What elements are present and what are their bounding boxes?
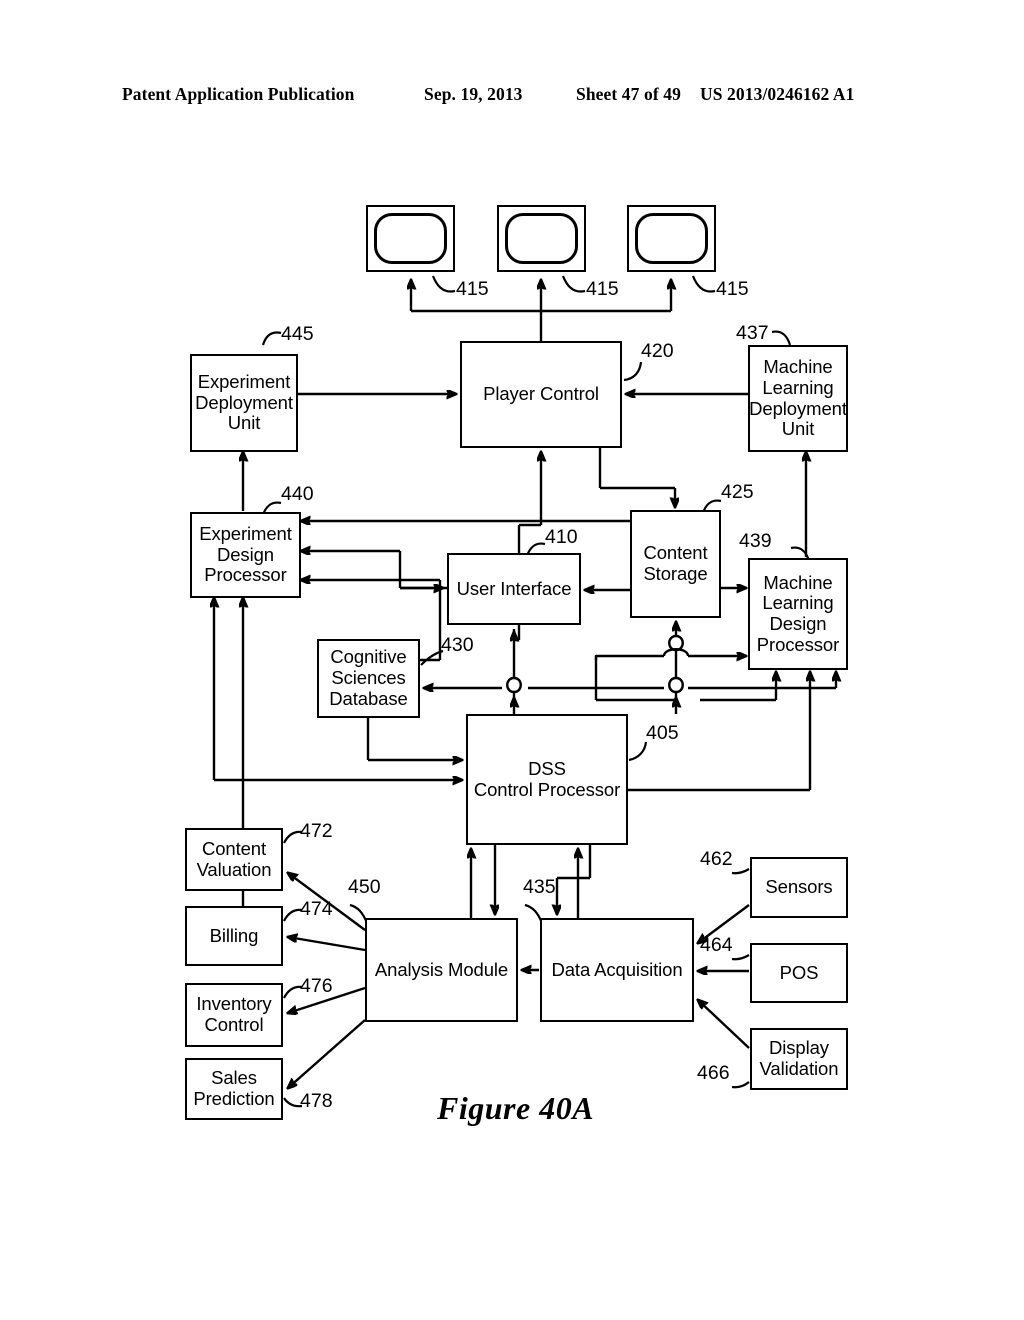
block-label-line: Content [201, 837, 267, 859]
block-player-control: Player Control [460, 341, 622, 448]
block-label-line: Learning [762, 376, 834, 398]
ref-numeral-478: 478 [300, 1090, 333, 1112]
block-label-line: Analysis Module [374, 958, 509, 980]
block-label-line: Learning [762, 592, 834, 614]
block-dss-control-processor: DSS Control Processor [466, 714, 628, 845]
block-label-line: Prediction [193, 1088, 275, 1109]
block-cognitive-sciences-database: Cognitive Sciences Database [317, 639, 420, 718]
block-label-line: Deployment [749, 397, 847, 419]
block-experiment-design-processor: Experiment Design Processor [190, 512, 301, 598]
figure-caption: Figure 40A [437, 1090, 595, 1126]
ref-numeral-476: 476 [300, 975, 333, 997]
ref-numeral-415-3: 415 [716, 278, 749, 300]
ref-numeral-425: 425 [721, 481, 754, 503]
ref-numeral-466: 466 [697, 1062, 730, 1084]
block-label-line: POS [779, 961, 819, 983]
ref-numeral-405: 405 [646, 722, 679, 744]
block-label-line: Experiment [197, 370, 291, 392]
ref-numeral-464: 464 [700, 934, 733, 956]
header-date: Sep. 19, 2013 [424, 84, 523, 104]
block-machine-learning-deployment-unit: Machine Learning Deployment Unit [748, 345, 848, 452]
block-user-interface: User Interface [447, 553, 581, 625]
block-sensors: Sensors [750, 857, 848, 918]
ref-numeral-462: 462 [700, 848, 733, 870]
ref-numeral-445: 445 [281, 323, 314, 345]
block-label-line: User Interface [456, 577, 572, 599]
block-label-line: Content [643, 542, 708, 564]
block-label-line: Database [329, 687, 408, 709]
page-header: Patent Application Publication Sep. 19, … [0, 84, 1024, 110]
block-label-line: Processor [756, 633, 840, 655]
block-label-line: Deployment [195, 391, 293, 413]
block-analysis-module: Analysis Module [365, 918, 518, 1022]
block-label-line: Validation [759, 1058, 839, 1079]
block-label-line: Sciences [331, 667, 406, 689]
block-label-line: Data Acquisition [551, 958, 683, 980]
block-label-line: Machine [763, 571, 833, 593]
block-inventory-control: Inventory Control [185, 983, 283, 1047]
header-patent-number: US 2013/0246162 A1 [700, 84, 855, 104]
ref-numeral-437: 437 [736, 322, 769, 344]
ref-numeral-420: 420 [641, 340, 674, 362]
block-content-valuation: Content Valuation [185, 828, 283, 891]
block-label-line: Unit [781, 418, 815, 440]
block-label-line: Display [769, 1037, 829, 1059]
block-experiment-deployment-unit: Experiment Deployment Unit [190, 354, 298, 452]
display-415-1 [366, 205, 455, 272]
display-screen [374, 213, 447, 264]
block-label-line: Valuation [196, 858, 272, 880]
display-screen [505, 213, 578, 264]
block-machine-learning-design-processor: Machine Learning Design Processor [748, 558, 848, 670]
block-label-line: Control Processor [473, 778, 621, 800]
block-label-line: DSS [528, 757, 566, 779]
ref-numeral-415-1: 415 [456, 278, 489, 300]
display-415-2 [497, 205, 586, 272]
block-label-line: Sales [211, 1067, 257, 1089]
block-sales-prediction: Sales Prediction [185, 1058, 283, 1120]
block-label-line: Processor [204, 564, 287, 586]
display-screen [635, 213, 708, 264]
block-content-storage: Content Storage [630, 510, 721, 618]
ref-numeral-450: 450 [348, 876, 381, 898]
header-sheet: Sheet 47 of 49 [576, 84, 681, 104]
block-label-line: Design [769, 613, 827, 634]
ref-numeral-410: 410 [545, 526, 578, 548]
block-label-line: Unit [227, 412, 261, 434]
block-label-line: Control [204, 1014, 264, 1035]
block-label-line: Cognitive [330, 646, 407, 668]
block-label-line: Player Control [483, 383, 599, 405]
block-label-line: Inventory [196, 993, 272, 1015]
ref-numeral-430: 430 [441, 634, 474, 656]
ref-numeral-474: 474 [300, 898, 333, 920]
header-publication: Patent Application Publication [122, 84, 355, 104]
block-label-line: Billing [209, 924, 259, 946]
ref-numeral-435: 435 [523, 876, 556, 898]
ref-numeral-440: 440 [281, 483, 314, 505]
block-label-line: Experiment [199, 522, 292, 544]
block-data-acquisition: Data Acquisition [540, 918, 694, 1022]
block-display-validation: Display Validation [750, 1028, 848, 1090]
block-label-line: Sensors [765, 876, 833, 898]
ref-numeral-415-2: 415 [586, 278, 619, 300]
patent-figure-page: Patent Application Publication Sep. 19, … [0, 0, 1024, 1320]
ref-numeral-472: 472 [300, 820, 333, 842]
block-label-line: Machine [763, 356, 833, 378]
display-415-3 [627, 205, 716, 272]
block-pos: POS [750, 943, 848, 1003]
block-label-line: Storage [643, 563, 708, 584]
block-label-line: Design [216, 543, 274, 565]
ref-numeral-439: 439 [739, 530, 772, 552]
block-billing: Billing [185, 906, 283, 966]
